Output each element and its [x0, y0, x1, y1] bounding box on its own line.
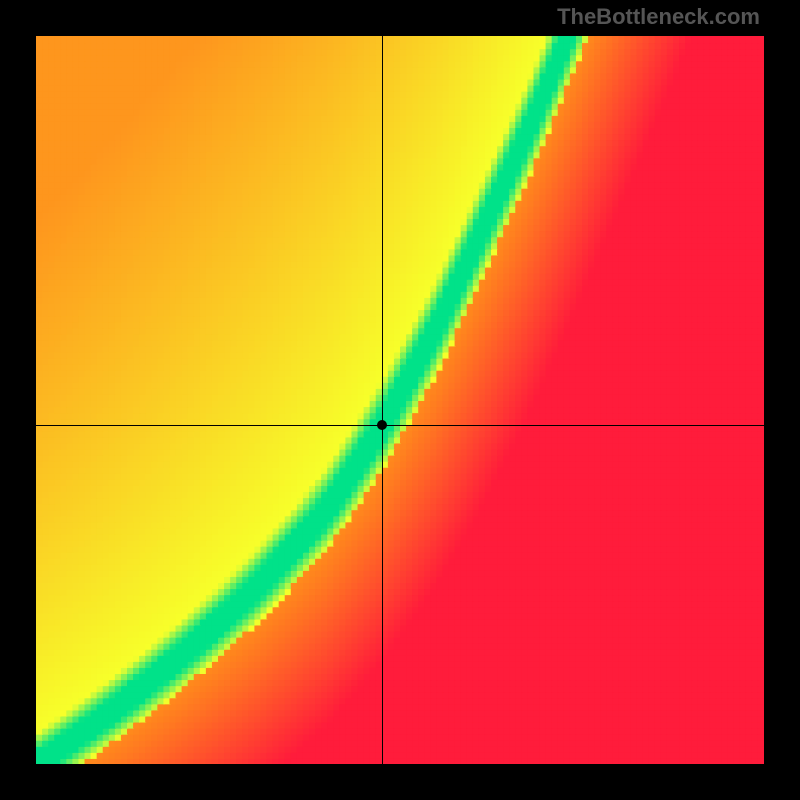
heatmap-canvas: [36, 36, 764, 764]
watermark-text: TheBottleneck.com: [557, 4, 760, 30]
chart-frame: TheBottleneck.com: [0, 0, 800, 800]
crosshair-vertical: [382, 36, 383, 764]
crosshair-horizontal: [36, 425, 764, 426]
